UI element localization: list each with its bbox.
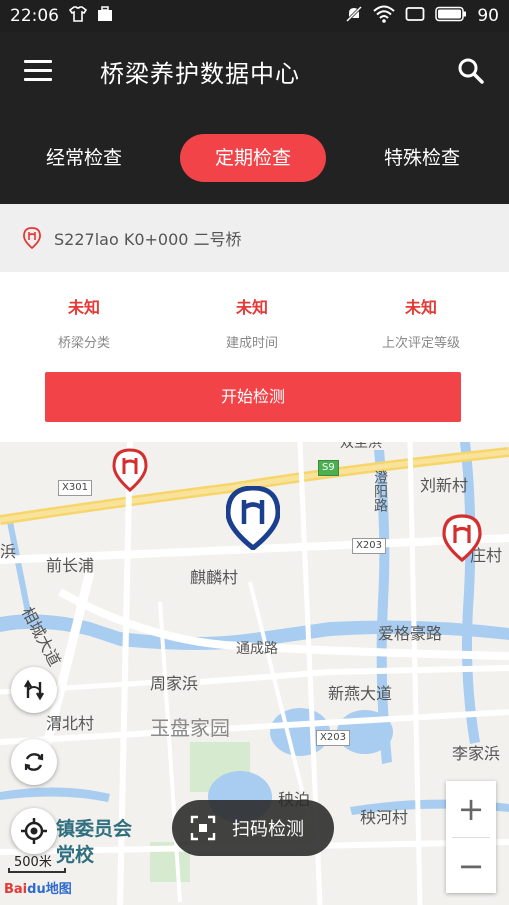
bridge-marker-selected[interactable] [226,486,280,550]
scan-code-button[interactable]: 扫码检测 [172,800,334,856]
bridge-location-text: S227lao K0+000 二号桥 [54,230,242,249]
bridge-category-label: 桥梁分类 [57,336,110,351]
map-label: 爱格豪路 [378,624,443,643]
map-label: 澄阳路 [372,470,388,512]
bridge-marker-red[interactable] [442,514,482,562]
tab-special-inspection[interactable]: 特殊检查 [372,134,472,182]
map-label: 通成路 [236,641,278,657]
inspection-tabs: 经常检查 定期检查 特殊检查 [0,132,509,184]
locate-button[interactable] [11,808,57,854]
shirt-icon [68,5,88,27]
briefcase-icon [97,5,113,27]
menu-icon-line [24,60,52,63]
tab-routine-inspection[interactable]: 经常检查 [34,134,134,182]
map-label: 玉盘家园 [150,716,230,740]
screen-icon [405,6,425,27]
zoom-in-button[interactable]: + [446,781,496,837]
build-time: 未知 建成时间 [172,294,332,351]
road-badge-s9: S9 [318,460,339,476]
refresh-icon [24,753,44,771]
map-label: 麒麟村 [190,568,239,587]
menu-button[interactable] [24,60,52,82]
search-icon [458,58,484,84]
battery-level: 90 [477,6,499,26]
last-rating-value: 未知 [404,298,437,317]
map-label: 前长浦 [46,556,95,575]
road-badge-x203: X203 [352,538,386,554]
map-label: 刘新村 [420,476,469,495]
road-badge-x203: X203 [316,730,350,746]
map-label: 镇委员会 [56,818,133,840]
road-badge-x301: X301 [58,480,92,496]
map-label: 党校 [56,844,95,866]
battery-icon [435,6,467,27]
map-label: 双至浜 [340,442,382,451]
map-label: 秧河村 [360,808,409,827]
map-label: 李家浜 [452,744,501,763]
bridge-category-value: 未知 [67,298,100,317]
baidu-logo-part: Bai [4,882,28,897]
bridge-category: 未知 桥梁分类 [4,294,164,351]
last-rating-label: 上次评定等级 [381,336,460,351]
menu-icon-line [24,69,52,72]
wifi-icon [373,5,396,28]
app-title: 桥梁养护数据中心 [100,60,300,88]
baidu-map-logo: Baidu地图 [4,878,72,897]
baidu-logo-part: du地图 [27,882,72,897]
start-inspection-button[interactable]: 开始检测 [45,372,461,422]
route-toggle-button[interactable] [11,667,57,713]
app-bar: 桥梁养护数据中心 经常检查 定期检查 特殊检查 [0,32,509,204]
bridge-location-bar: S227lao K0+000 二号桥 [0,204,509,272]
zoom-out-button[interactable]: − [446,838,496,894]
map-label: 周家浜 [150,674,199,693]
status-time: 22:06 [10,6,59,26]
refresh-button[interactable] [11,739,57,785]
search-button[interactable] [456,56,486,86]
route-swap-icon [23,679,45,701]
build-time-label: 建成时间 [225,336,278,351]
bridge-info-card: 未知 桥梁分类 未知 建成时间 未知 上次评定等级 开始检测 [0,272,509,442]
map-scale-bar [8,868,66,873]
map-label: 渭北村 [46,714,95,733]
menu-icon-line [24,78,52,81]
scan-icon [190,815,216,841]
scan-code-label: 扫码检测 [232,819,304,840]
map-label: 浜 [0,542,17,561]
bridge-pin-icon [23,227,41,249]
locate-icon [21,818,47,844]
build-time-value: 未知 [235,298,268,317]
mute-bell-icon [345,5,363,28]
zoom-controls: + − [446,781,496,893]
bridge-marker-red[interactable] [112,448,148,492]
status-bar: 22:06 90 [0,0,509,32]
tab-periodic-inspection[interactable]: 定期检查 [180,134,326,182]
map-label: 新燕大道 [328,684,393,703]
last-rating: 未知 上次评定等级 [341,294,501,351]
